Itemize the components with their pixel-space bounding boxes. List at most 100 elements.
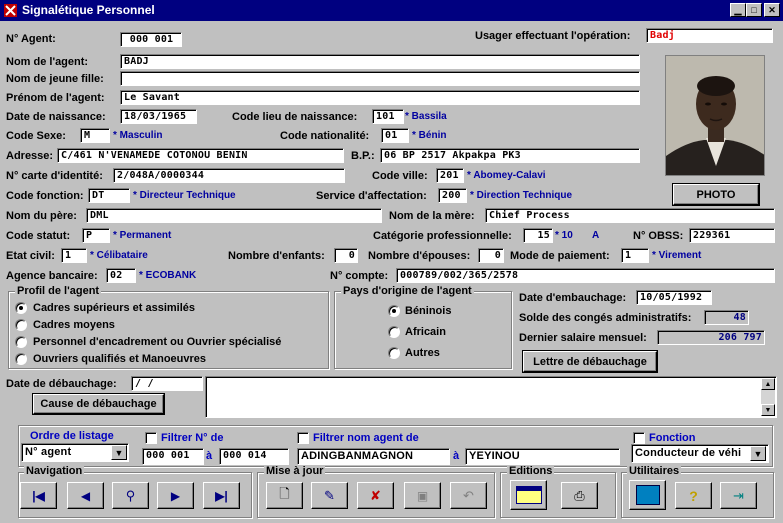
prenom-field[interactable]: Le Savant xyxy=(120,90,640,105)
bp-field[interactable]: 06 BP 2517 Akpakpa PK3 xyxy=(380,148,640,163)
profil-option-4[interactable]: Ouvriers qualifiés et Manoeuvres xyxy=(33,353,206,365)
report-button[interactable] xyxy=(510,480,547,510)
fonction-code-field[interactable]: DT xyxy=(88,188,130,203)
service-desc-text: Direction Technique xyxy=(476,190,573,201)
ordre-select[interactable]: N° agent ▼ xyxy=(21,443,129,462)
sexe-code-field[interactable]: M xyxy=(80,128,110,143)
scroll-up-icon[interactable]: ▲ xyxy=(761,378,775,390)
fonction-checkbox[interactable] xyxy=(633,432,645,444)
navigation-title: Navigation xyxy=(24,465,85,477)
new-document-icon: 🗋 xyxy=(279,485,290,501)
mere-field[interactable]: Chief Process xyxy=(485,208,775,223)
prev-record-button[interactable]: ◀ xyxy=(67,482,104,509)
cause-scrollbar[interactable]: ▲ ▼ xyxy=(761,378,775,416)
pays-radio-1[interactable] xyxy=(388,305,400,317)
last-record-button[interactable]: ▶| xyxy=(203,482,240,509)
debauchage-label: Date de débauchage: xyxy=(6,378,117,390)
close-button[interactable]: ✕ xyxy=(764,3,780,17)
carte-field[interactable]: 2/048A/0000344 xyxy=(113,168,345,183)
statut-code-field[interactable]: P xyxy=(82,228,110,243)
agent-no-field[interactable]: 000 001 xyxy=(120,32,182,47)
no-to-field[interactable]: 000 014 xyxy=(219,448,289,465)
ville-code-field[interactable]: 201 xyxy=(436,168,464,183)
naissance-field[interactable]: 18/03/1965 xyxy=(120,109,197,124)
paiement-code-field[interactable]: 1 xyxy=(621,248,649,263)
nom-from-field[interactable]: ADINGBANMAGNON xyxy=(297,448,450,465)
filtre-nom-checkbox[interactable] xyxy=(297,432,309,444)
app-icon[interactable] xyxy=(3,3,18,18)
profil-option-1[interactable]: Cadres supérieurs et assimilés xyxy=(33,302,195,314)
civil-code-field[interactable]: 1 xyxy=(61,248,87,263)
service-code-field[interactable]: 200 xyxy=(438,188,467,203)
banque-code-field[interactable]: 02 xyxy=(106,268,136,283)
minimize-button[interactable]: ▁ xyxy=(730,3,746,17)
profil-radio-2[interactable] xyxy=(15,319,27,331)
photo-button[interactable]: PHOTO xyxy=(672,183,760,206)
maximize-button[interactable]: □ xyxy=(746,3,762,17)
calculator-button[interactable] xyxy=(629,480,666,510)
categorie-desc: * 10 xyxy=(555,230,573,241)
nom-to-field[interactable]: YEYINOU xyxy=(465,448,620,465)
profil-radio-3[interactable] xyxy=(15,336,27,348)
adresse-field[interactable]: C/461 N'VENAMEDE COTONOU BENIN xyxy=(57,148,344,163)
categorie-code-field[interactable]: 15 xyxy=(523,228,553,243)
cause-debauchage-button[interactable]: Cause de débauchage xyxy=(32,393,165,415)
pays-option-2[interactable]: Africain xyxy=(405,326,446,338)
exit-button[interactable]: ⇥ xyxy=(720,482,757,509)
epouses-field[interactable]: 0 xyxy=(478,248,504,263)
pays-radio-3[interactable] xyxy=(388,347,400,359)
first-record-button[interactable]: |◀ xyxy=(20,482,57,509)
obss-field[interactable]: 229361 xyxy=(689,228,775,243)
profil-option-3[interactable]: Personnel d'encadrement ou Ouvrier spéci… xyxy=(33,336,281,348)
sexe-label: Code Sexe: xyxy=(6,130,66,142)
profil-option-2[interactable]: Cadres moyens xyxy=(33,319,115,331)
nom-label: Nom de l'agent: xyxy=(6,56,89,68)
chevron-down-icon[interactable]: ▼ xyxy=(111,445,127,460)
enfants-label: Nombre d'enfants: xyxy=(228,250,325,262)
next-record-button[interactable]: ▶ xyxy=(157,482,194,509)
profil-radio-4[interactable] xyxy=(15,353,27,365)
pere-label: Nom du père: xyxy=(6,210,77,222)
chevron-down-icon[interactable]: ▼ xyxy=(750,446,766,461)
conges-label: Solde des congés administratifs: xyxy=(519,312,692,324)
exit-door-icon: ⇥ xyxy=(733,487,744,503)
print-button[interactable]: ⎙ xyxy=(561,482,598,509)
pere-field[interactable]: DML xyxy=(86,208,382,223)
jeune-fille-field[interactable] xyxy=(120,71,640,86)
fonction-label: Code fonction: xyxy=(6,190,84,202)
nom-field[interactable]: BADJ xyxy=(120,54,640,69)
edit-button[interactable]: ✎ xyxy=(311,482,348,509)
delete-button[interactable]: ✘ xyxy=(357,482,394,509)
user-field[interactable]: Badj xyxy=(646,28,773,43)
fonction-value: Conducteur de véhi xyxy=(635,447,742,459)
lieu-code-field[interactable]: 101 xyxy=(372,109,404,124)
search-button[interactable]: ⚲ xyxy=(112,482,149,509)
enfants-field[interactable]: 0 xyxy=(334,248,358,263)
scroll-down-icon[interactable]: ▼ xyxy=(761,404,775,416)
statut-desc: * Permanent xyxy=(113,230,172,241)
pays-option-1[interactable]: Béninois xyxy=(405,305,451,317)
service-desc: * Direction Technique xyxy=(470,190,573,201)
profil-radio-1[interactable] xyxy=(15,302,27,314)
filtre-no-checkbox[interactable] xyxy=(145,432,157,444)
undo-button[interactable]: ↶ xyxy=(450,482,487,509)
last-icon: ▶| xyxy=(215,488,228,503)
compte-field[interactable]: 000789/002/365/2578 xyxy=(396,268,775,283)
fonction-filter-label: Fonction xyxy=(649,432,696,444)
fonction-select[interactable]: Conducteur de véhi ▼ xyxy=(631,444,769,463)
debauchage-field[interactable]: / / xyxy=(131,376,203,391)
service-label: Service d'affectation: xyxy=(316,190,427,202)
help-button[interactable]: ? xyxy=(675,482,712,509)
lettre-debauchage-button[interactable]: Lettre de débauchage xyxy=(522,350,658,373)
statut-label: Code statut: xyxy=(6,230,71,242)
embauchage-field[interactable]: 10/05/1992 xyxy=(636,290,712,305)
pays-radio-2[interactable] xyxy=(388,326,400,338)
no-from-field[interactable]: 000 001 xyxy=(142,448,204,465)
save-button[interactable]: ▣ xyxy=(404,482,441,509)
new-button[interactable]: 🗋 xyxy=(266,482,303,509)
pays-option-3[interactable]: Autres xyxy=(405,347,440,359)
cause-textarea[interactable] xyxy=(205,376,777,418)
civil-desc: * Célibataire xyxy=(90,250,148,261)
fonction-desc-text: Directeur Technique xyxy=(139,190,236,201)
nationalite-code-field[interactable]: 01 xyxy=(381,128,409,143)
